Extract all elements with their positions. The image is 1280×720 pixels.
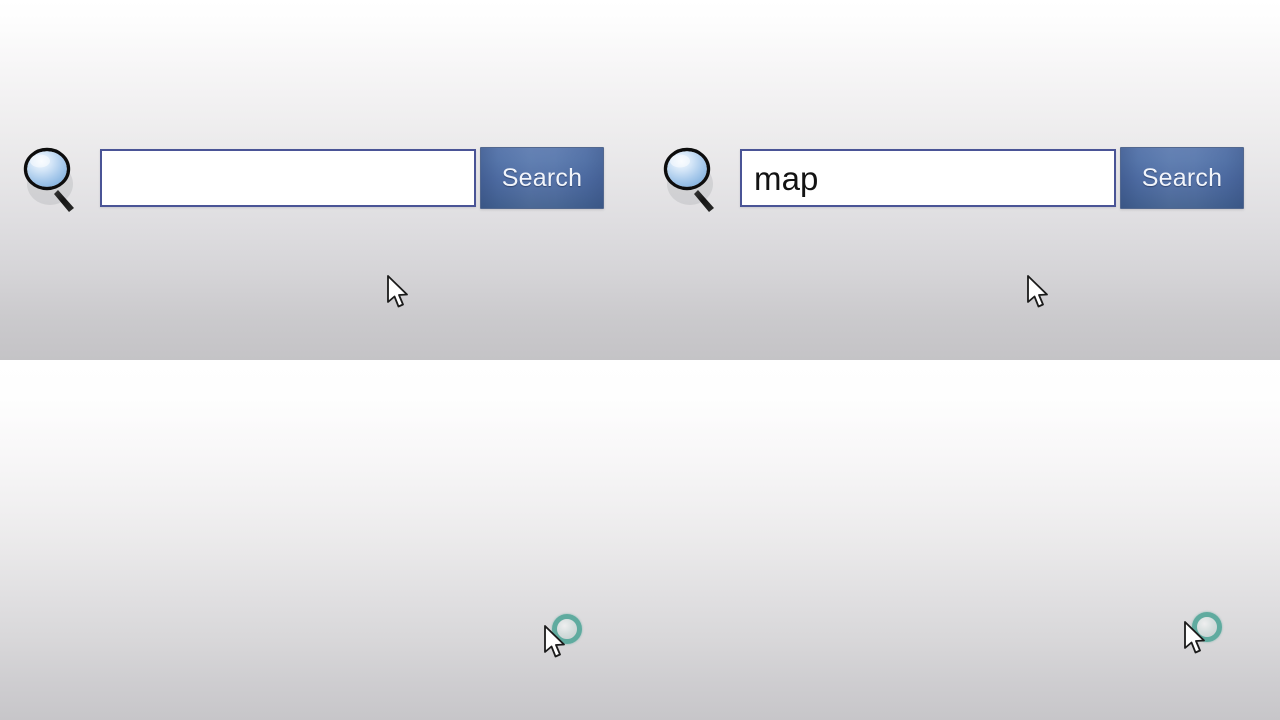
search-input-value: map [754, 159, 819, 197]
filmstrip-stage: Search map Search [0, 0, 1280, 720]
search-bar: Search [22, 142, 604, 214]
search-bar: map Search [662, 142, 1244, 214]
frame-bottom-left: maps Search [0, 360, 640, 720]
search-input[interactable] [100, 149, 476, 207]
magnifier-icon [662, 142, 724, 214]
frame-top-right: map Search [640, 0, 1280, 360]
panel-background [640, 360, 1280, 720]
search-button-label: Search [501, 163, 583, 192]
panel-background [0, 360, 640, 720]
search-button[interactable]: Search [1120, 147, 1244, 209]
search-input[interactable]: map [740, 149, 1116, 207]
frame-bottom-right: maps Search [640, 360, 1280, 720]
search-button[interactable]: Search [480, 147, 604, 209]
magnifier-icon [22, 142, 84, 214]
search-button-label: Search [1141, 163, 1223, 192]
frame-top-left: Search [0, 0, 640, 360]
